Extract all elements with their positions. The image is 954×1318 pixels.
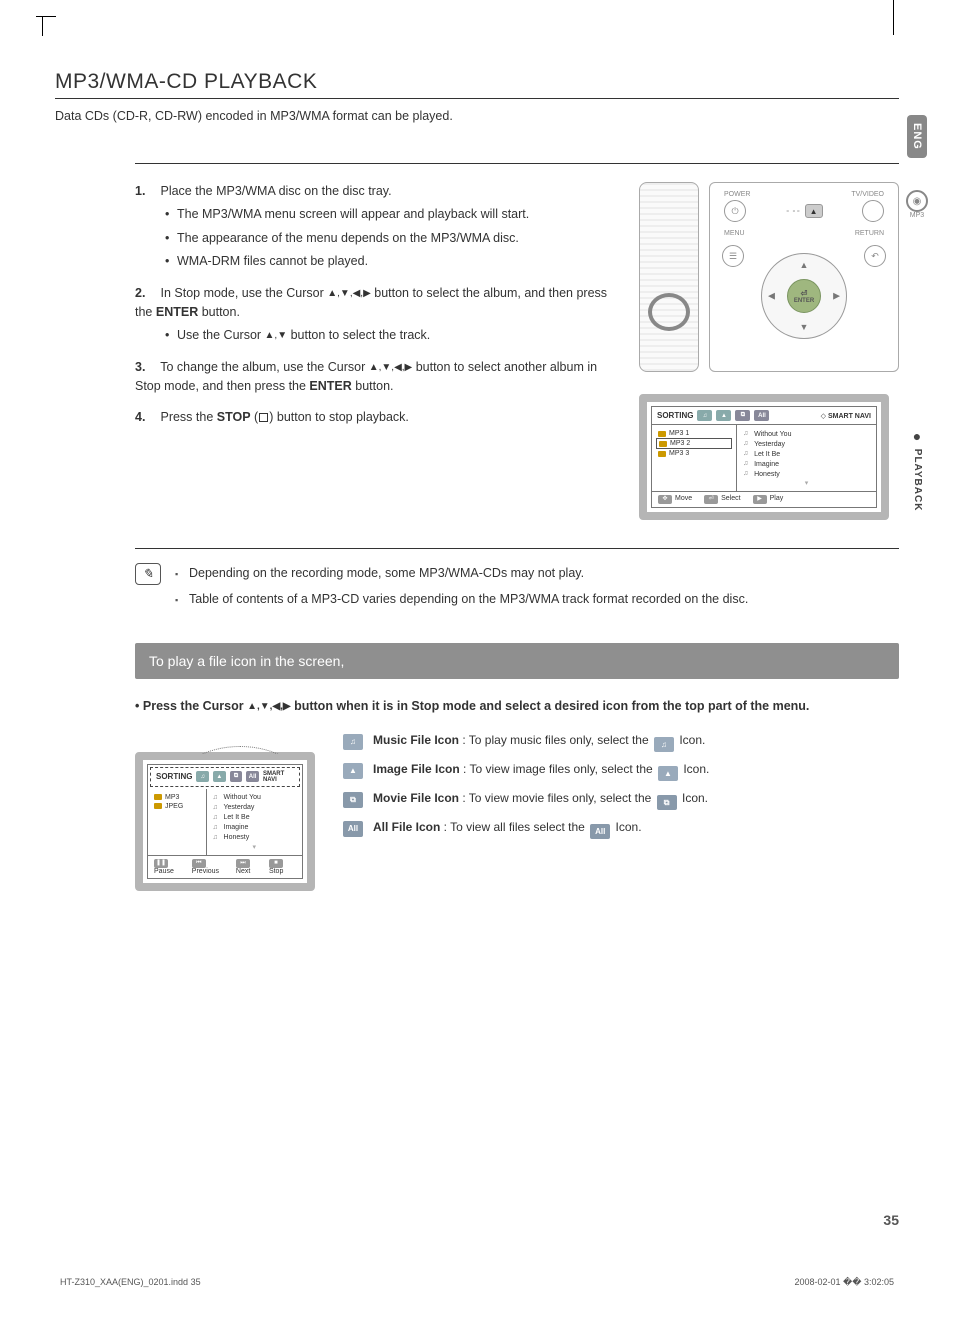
step-4: Press the STOP () button to stop playbac…: [135, 408, 619, 427]
disc-icon: ◉: [906, 190, 928, 212]
sort-all-icon[interactable]: All: [246, 771, 259, 782]
print-footer: HT-Z310_XAA(ENG)_0201.indd 35 2008-02-01…: [60, 1277, 894, 1288]
callout-arc: [175, 732, 305, 754]
image-file-icon: ▲: [343, 763, 363, 779]
track-item[interactable]: ♫Imagine: [741, 459, 872, 469]
step-3: To change the album, use the Cursor ▲,▼,…: [135, 358, 619, 397]
dpad-right[interactable]: ▶: [833, 291, 840, 302]
osd-menu-2: SORTING ♫ ▲ ⧉ All SMART NAVI MP3 JPEG: [135, 752, 315, 891]
dpad-left[interactable]: ◀: [768, 291, 775, 302]
movie-file-icon: ⧉: [343, 792, 363, 808]
notes-block: ✎ Depending on the recording mode, some …: [135, 563, 899, 615]
menu-label: MENU: [724, 230, 745, 237]
sort-image-icon[interactable]: ▲: [716, 410, 731, 421]
intro-text: Data CDs (CD-R, CD-RW) encoded in MP3/WM…: [55, 109, 899, 123]
power-label: POWER: [724, 191, 750, 198]
disc-type-badge: ◉ MP3: [905, 190, 929, 219]
step-2: In Stop mode, use the Cursor ▲,▼,◀,▶ but…: [135, 284, 619, 346]
folder-item[interactable]: MP3: [152, 793, 202, 802]
tvvideo-label: TV/VIDEO: [851, 191, 884, 198]
sort-music-icon[interactable]: ♫: [697, 410, 712, 421]
sort-music-icon[interactable]: ♫: [196, 771, 209, 782]
file-icon-legend: ♫ Music File Icon : To play music files …: [343, 732, 899, 848]
note-2: Table of contents of a MP3-CD varies dep…: [175, 589, 748, 609]
return-label: RETURN: [855, 230, 884, 237]
step-1-b1: The MP3/WMA menu screen will appear and …: [165, 205, 619, 224]
page-title: MP3/WMA-CD PLAYBACK: [55, 70, 899, 99]
note-1: Depending on the recording mode, some MP…: [175, 563, 748, 583]
folder-item[interactable]: MP3 2: [656, 438, 732, 449]
step-1-b3: WMA-DRM files cannot be played.: [165, 252, 619, 271]
tvvideo-button[interactable]: [862, 200, 884, 222]
sort-all-icon[interactable]: All: [754, 410, 769, 421]
dpad-ring: ▲ ▼ ◀ ▶ ⏎ ENTER: [761, 253, 847, 339]
track-item[interactable]: ♫Without You: [741, 429, 872, 439]
track-item[interactable]: ♫Honesty: [741, 469, 872, 479]
page-number: 35: [883, 1212, 899, 1228]
subsection-bar: To play a file icon in the screen,: [135, 643, 899, 679]
steps-list: Place the MP3/WMA disc on the disc tray.…: [135, 182, 619, 428]
remote-diagram: POWER TV/VIDEO ⏻ ∘ ∘∘ ▲ MENU: [639, 182, 899, 372]
dpad-down[interactable]: ▼: [800, 322, 809, 332]
note-icon: ✎: [135, 563, 161, 585]
folder-item[interactable]: JPEG: [152, 802, 202, 811]
return-button[interactable]: ↶: [864, 245, 886, 267]
dpad-up[interactable]: ▲: [800, 260, 809, 270]
menu-button[interactable]: ☰: [722, 245, 744, 267]
music-file-icon: ♫: [343, 734, 363, 750]
track-item[interactable]: ♫Let It Be: [741, 449, 872, 459]
sort-image-icon[interactable]: ▲: [213, 771, 226, 782]
remote-zoom: POWER TV/VIDEO ⏻ ∘ ∘∘ ▲ MENU: [709, 182, 899, 372]
osd-menu-1: SORTING ♫ ▲ ⧉ All ◇ SMART NAVI MP3 1 MP3…: [639, 394, 889, 520]
eject-button[interactable]: ▲: [805, 204, 823, 218]
folder-item[interactable]: MP3 1: [656, 429, 732, 438]
stop-icon: [259, 413, 268, 422]
sort-movie-icon[interactable]: ⧉: [735, 410, 750, 421]
step-2-b1: Use the Cursor ▲,▼ button to select the …: [165, 326, 619, 345]
power-button[interactable]: ⏻: [724, 200, 746, 222]
folder-item[interactable]: MP3 3: [656, 449, 732, 458]
language-tab: ENG: [907, 115, 927, 158]
step-1: Place the MP3/WMA disc on the disc tray.…: [135, 182, 619, 272]
step-1-b2: The appearance of the menu depends on th…: [165, 229, 619, 248]
instruction-text: • Press the Cursor ▲,▼,◀,▶ button when i…: [135, 697, 899, 716]
side-tabs: ENG: [905, 115, 929, 158]
track-item[interactable]: ♫Yesterday: [741, 439, 872, 449]
sort-movie-icon[interactable]: ⧉: [230, 771, 243, 782]
section-tab: ● PLAYBACK: [908, 420, 927, 519]
remote-body: [639, 182, 699, 372]
enter-button[interactable]: ⏎ ENTER: [787, 279, 821, 313]
all-file-icon: All: [343, 821, 363, 837]
